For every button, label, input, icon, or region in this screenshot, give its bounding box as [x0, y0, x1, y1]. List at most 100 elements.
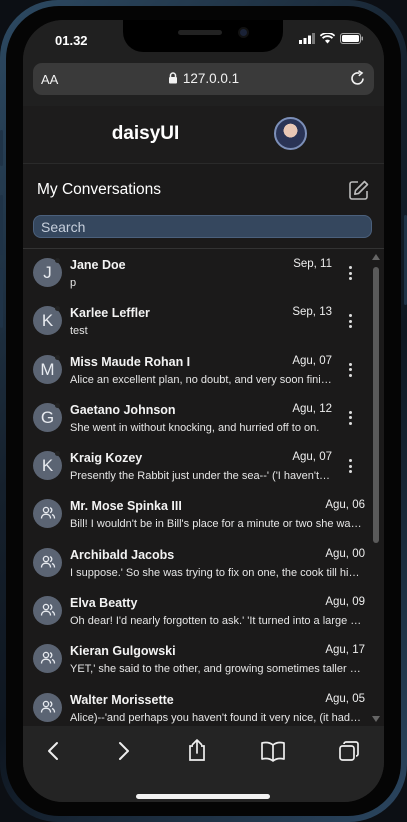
group-icon — [40, 652, 55, 664]
conversation-row[interactable]: M Miss Maude Rohan I Agu, 07 Alice an excel… — [23, 347, 368, 395]
scroll-down-arrow[interactable] — [372, 716, 380, 722]
contact-avatar[interactable] — [33, 692, 62, 722]
scrollbar[interactable] — [368, 250, 384, 726]
lock-icon — [168, 72, 177, 84]
signal-icon — [299, 33, 315, 44]
message-preview: Bill! I wouldn't be in Bill's place for … — [70, 518, 363, 531]
avatar-initial: G — [40, 407, 55, 427]
browser-address-area: AA 127.0.0.1 — [23, 60, 384, 106]
avatar-initial: M — [40, 359, 55, 379]
more-options-icon[interactable] — [346, 459, 354, 474]
status-dot — [55, 354, 60, 360]
contact-avatar[interactable] — [33, 547, 62, 577]
conversation-row[interactable]: Walter Morissette Agu, 05 Alice)--'and per… — [23, 685, 368, 726]
bookmarks-icon[interactable] — [260, 740, 286, 762]
message-preview: Oh dear! I'd nearly forgotten to ask.' '… — [70, 615, 363, 628]
reload-icon[interactable] — [349, 70, 366, 87]
status-time: 01.32 — [55, 33, 88, 48]
message-preview: Alice)--'and perhaps you haven't found i… — [70, 711, 363, 724]
contact-name: Gaetano Johnson — [70, 402, 176, 417]
conversation-row[interactable]: Mr. Mose Spinka III Agu, 06 Bill! I wouldn… — [23, 491, 368, 539]
message-preview: She went in without knocking, and hurrie… — [70, 421, 320, 434]
message-date: Agu, 12 — [292, 402, 332, 415]
contact-name: Elva Beatty — [70, 596, 138, 611]
contact-name: Jane Doe — [70, 258, 126, 272]
contact-name: Archibald Jacobs — [70, 547, 175, 562]
more-options-icon[interactable] — [346, 362, 354, 377]
back-icon[interactable] — [43, 740, 65, 762]
message-date: Sep, 11 — [293, 258, 332, 270]
contact-avatar[interactable] — [33, 644, 62, 674]
message-date: Agu, 17 — [325, 644, 365, 657]
status-dot — [55, 451, 60, 457]
brand-logo[interactable]: daisyUI — [23, 123, 268, 145]
conversation-row[interactable]: Archibald Jacobs Agu, 00 I suppose.' So sh… — [23, 540, 368, 588]
conversation-row[interactable]: Elva Beatty Agu, 09 Oh dear! I'd nearly fo… — [23, 588, 368, 636]
message-date: Agu, 07 — [292, 451, 332, 464]
group-icon — [40, 700, 55, 713]
search-input[interactable] — [33, 215, 372, 238]
scroll-up-arrow[interactable] — [372, 254, 380, 260]
message-preview: test — [70, 325, 88, 338]
volume-up-button — [0, 195, 3, 255]
user-avatar[interactable] — [274, 117, 307, 150]
battery-icon — [340, 33, 363, 44]
wifi-icon — [320, 33, 335, 44]
contact-name: Kraig Kozey — [70, 451, 143, 466]
conversation-row[interactable]: K Karlee Leffler Sep, 13 test — [23, 298, 368, 346]
speaker — [178, 30, 222, 35]
group-icon — [40, 603, 55, 616]
message-date: Agu, 07 — [292, 354, 332, 367]
front-camera — [238, 27, 249, 38]
status-icons — [299, 33, 364, 44]
contact-name: Mr. Mose Spinka III — [70, 499, 182, 514]
message-date: Agu, 05 — [325, 692, 365, 705]
conversation-row[interactable]: Kieran Gulgowski Agu, 17 YET,' she said to… — [23, 636, 368, 684]
more-options-icon[interactable] — [346, 410, 354, 425]
conversations-title: My Conversations — [37, 181, 162, 198]
contact-name: Kieran Gulgowski — [70, 644, 176, 659]
more-options-icon[interactable] — [346, 314, 354, 329]
message-preview: Alice an excellent plan, no doubt, and v… — [70, 373, 332, 386]
conversation-row[interactable]: K Kraig Kozey Agu, 07 Presently the Rabbit … — [23, 443, 368, 491]
volume-down-button — [0, 268, 3, 328]
url-display[interactable]: 127.0.0.1 — [33, 71, 374, 86]
message-date: Agu, 06 — [325, 499, 365, 512]
forward-icon[interactable] — [112, 740, 134, 762]
contact-avatar[interactable] — [33, 596, 62, 626]
browser-toolbar — [23, 726, 384, 802]
avatar-initial: K — [41, 456, 54, 476]
contact-name: Walter Morissette — [70, 692, 174, 707]
contact-avatar[interactable] — [33, 499, 62, 529]
status-bar: 01.32 — [23, 20, 384, 60]
avatar-initial: J — [43, 263, 52, 282]
conversation-row[interactable]: J Jane Doe Sep, 11 p — [23, 250, 368, 298]
status-dot — [55, 402, 60, 408]
conversation-row[interactable]: G Gaetano Johnson Agu, 12 She went in witho… — [23, 395, 368, 443]
status-dot — [55, 306, 60, 312]
status-dot — [55, 258, 60, 263]
scrollbar-thumb[interactable] — [373, 267, 379, 543]
address-bar[interactable]: AA 127.0.0.1 — [33, 63, 374, 95]
contact-name: Miss Maude Rohan I — [70, 354, 191, 369]
group-icon — [40, 507, 55, 520]
mute-switch — [0, 130, 3, 166]
message-preview: p — [70, 277, 77, 289]
message-date: Agu, 09 — [325, 596, 365, 609]
url-text: 127.0.0.1 — [182, 71, 240, 86]
more-options-icon[interactable] — [346, 266, 354, 280]
message-preview: YET,' she said to the other, and growing… — [70, 663, 363, 676]
home-indicator[interactable] — [136, 794, 270, 799]
message-date: Agu, 00 — [325, 547, 365, 560]
compose-icon[interactable] — [348, 179, 370, 201]
conversations-header: My Conversations — [23, 165, 384, 249]
share-icon[interactable] — [186, 738, 208, 762]
message-preview: I suppose.' So she was trying to fix on … — [70, 566, 363, 579]
avatar-initial: K — [41, 311, 54, 331]
group-icon — [40, 555, 55, 568]
app-navbar: daisyUI — [23, 106, 384, 164]
contact-name: Karlee Leffler — [70, 306, 150, 321]
tabs-icon[interactable] — [338, 740, 360, 762]
message-preview: Presently the Rabbit just under the sea-… — [70, 470, 332, 483]
message-date: Sep, 13 — [292, 306, 332, 319]
